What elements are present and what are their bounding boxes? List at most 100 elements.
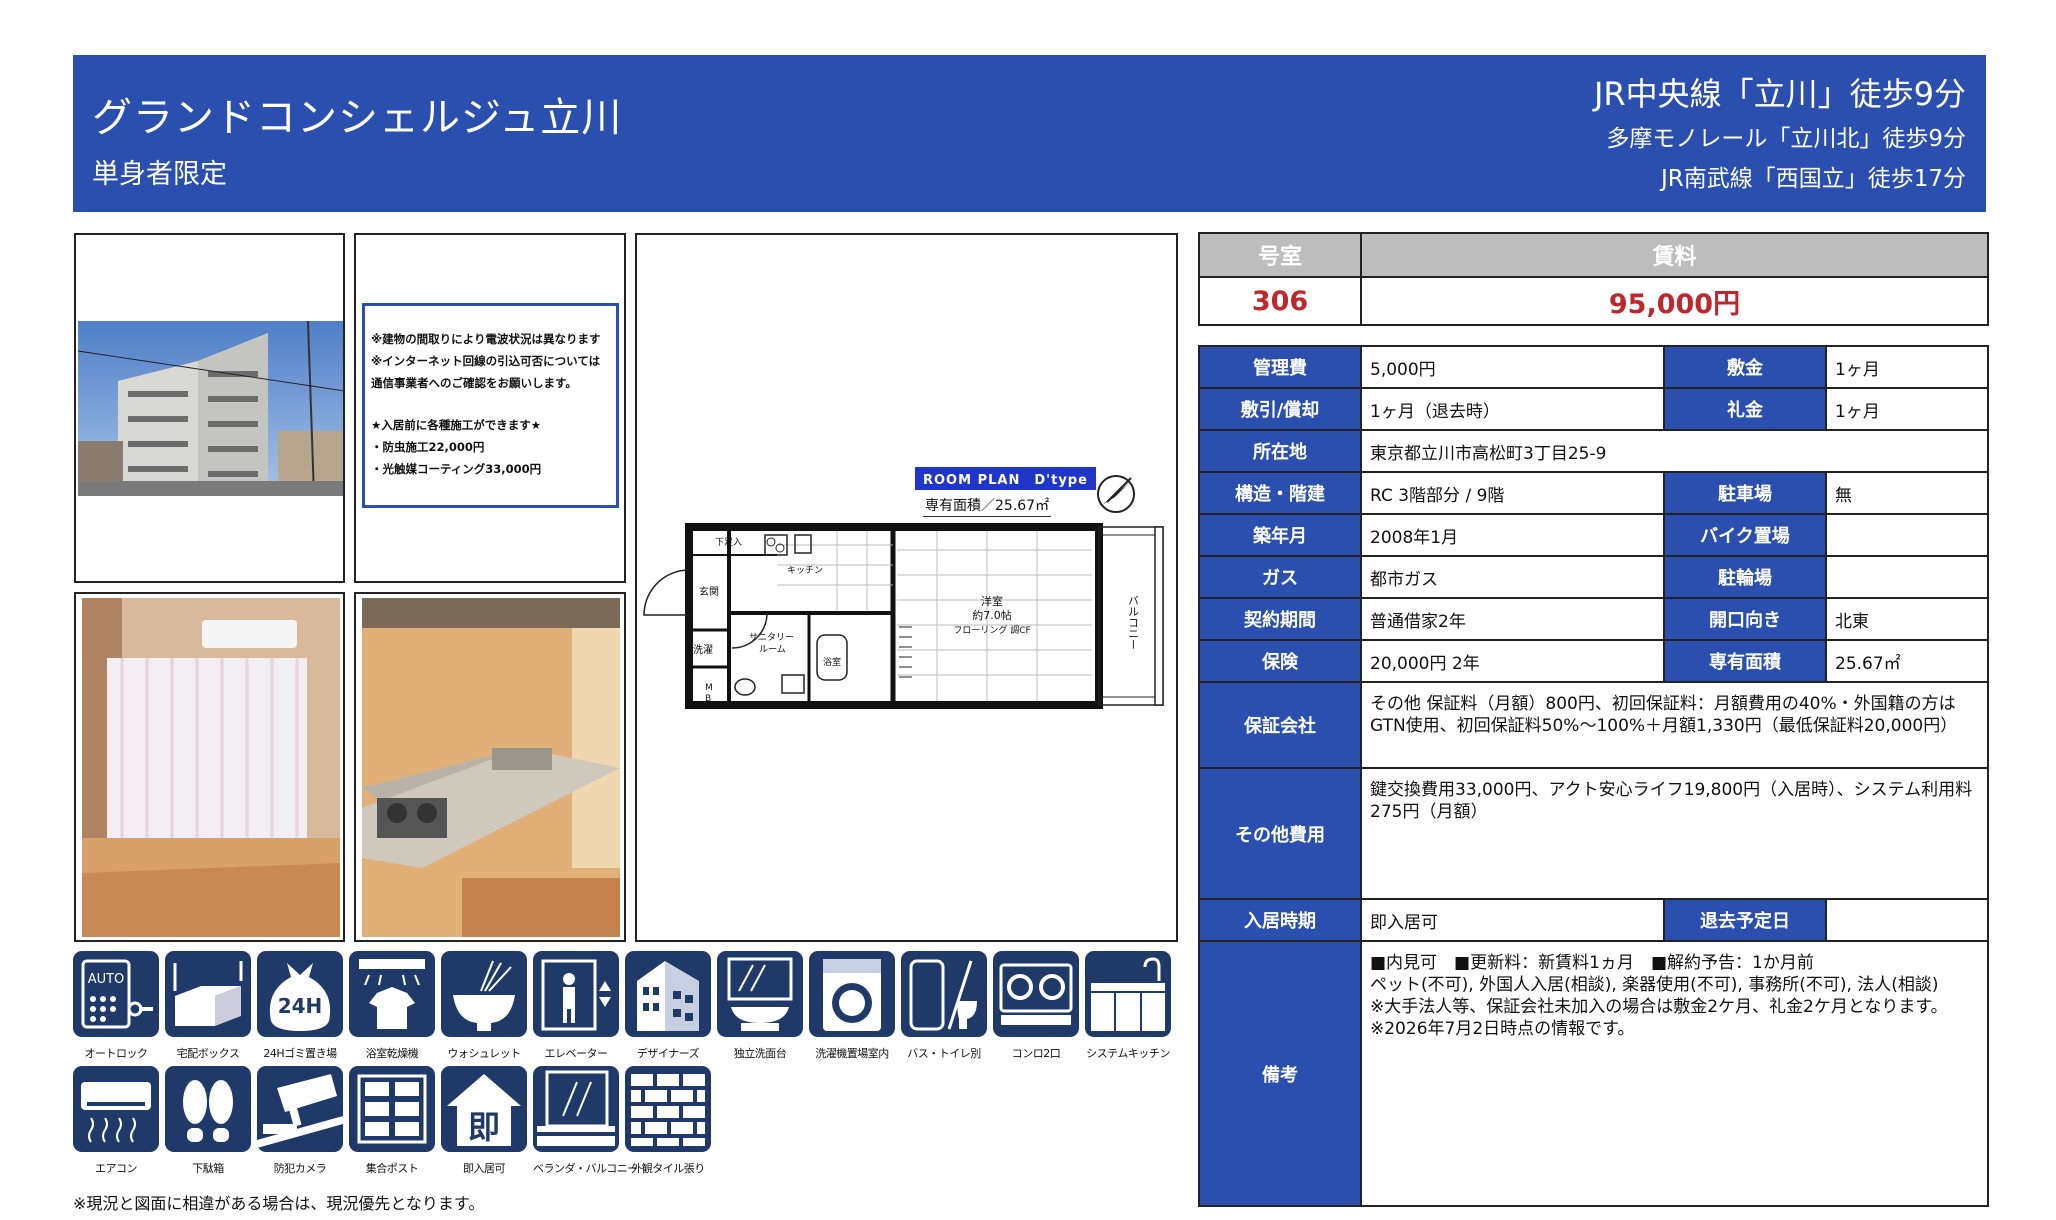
property-flyer: グランドコンシェルジュ立川 単身者限定 JR中央線「立川」徒歩9分 多摩モノレー…	[0, 0, 2056, 1220]
north-compass-icon	[1097, 475, 1135, 513]
notice-line: ※建物の間取りにより電波状況は異なります	[371, 332, 601, 346]
shikibiki-label: 敷引/償却	[1198, 387, 1362, 431]
amenity-label: 浴室乾燥機	[365, 1047, 419, 1060]
header-banner: グランドコンシェルジュ立川 単身者限定 JR中央線「立川」徒歩9分 多摩モノレー…	[73, 55, 1986, 212]
bike-parking-label: バイク置場	[1663, 513, 1827, 557]
amenity-immediate-move-in: 即 即入居可	[441, 1066, 527, 1176]
h24-text: 24H	[278, 994, 323, 1018]
amenity-label: バス・トイレ別	[907, 1047, 981, 1060]
amenity-label: 即入居可	[463, 1162, 506, 1175]
contract-value: 普通借家2年	[1360, 597, 1665, 641]
western-room-floor: フローリング 調CF	[953, 624, 1030, 636]
amenity-mailbox: 集合ポスト	[349, 1066, 435, 1176]
amenity-label: コンロ2口	[1011, 1047, 1061, 1060]
station-access-3: JR南武線「西国立」徒歩17分	[1660, 166, 1966, 192]
other-fees-value: 鍵交換費用33,000円、アクト安心ライフ19,800円（入居時）、システム利用…	[1360, 767, 1989, 900]
western-room-size: 約7.0帖	[972, 608, 1012, 622]
address-label: 所在地	[1198, 429, 1362, 473]
shoebox-label: 下足入	[715, 537, 742, 548]
mgmt-fee-label: 管理費	[1198, 345, 1362, 389]
built-value: 2008年1月	[1360, 513, 1665, 557]
notice-line	[371, 394, 611, 414]
air-conditioner-icon	[81, 1082, 151, 1143]
remarks-line: ■内見可 ■更新料：新賃料1ヵ月 ■解約予告：1か月前	[1370, 953, 1814, 973]
amenity-designers: デザイナーズ	[625, 951, 711, 1061]
living-room-photo	[82, 598, 340, 937]
move-in-label: 入居時期	[1198, 898, 1362, 942]
amenity-washlet: ウォシュレット	[441, 951, 527, 1061]
auto-text: AUTO	[88, 972, 125, 987]
amenity-label: 防犯カメラ	[273, 1162, 327, 1175]
amenity-indoor-washer: 洗濯機置場室内	[809, 951, 895, 1061]
amenity-label: オートロック	[84, 1047, 149, 1060]
vanity-icon	[727, 957, 793, 1031]
remarks-value: ■内見可 ■更新料：新賃料1ヵ月 ■解約予告：1か月前 ペット(不可), 外国人…	[1360, 940, 1989, 1207]
insurance-label: 保険	[1198, 639, 1362, 683]
balcony-icon	[537, 1070, 615, 1146]
laundry-label: 洗濯	[693, 644, 713, 656]
rent-header: 賃料	[1360, 232, 1989, 278]
sanitary-label: サニタリー	[749, 632, 794, 643]
remarks-line: ※大手法人等、保証会社未加入の場合は敷金2ケ月、礼金2ケ月となります。	[1370, 997, 1948, 1017]
floor-area-value: 25.67㎡	[1825, 639, 1989, 683]
notice-line: ・防虫施工22,000円	[371, 440, 485, 454]
western-room-label: 洋室	[981, 594, 1003, 608]
other-fees-label: その他費用	[1198, 767, 1362, 900]
mgmt-fee-value: 5,000円	[1360, 345, 1665, 389]
mailbox-icon	[357, 1074, 427, 1144]
interior-photo-box-1	[74, 592, 345, 942]
deposit-value: 1ヶ月	[1825, 345, 1989, 389]
rent-summary-table: 号室 賃料 306 95,000円	[1198, 232, 1989, 326]
sanitary-label-2: ルーム	[759, 644, 786, 655]
amenity-auto-lock: AUTO オートロック	[73, 951, 159, 1061]
rent-value: 95,000円	[1360, 276, 1989, 326]
mb-label-2: B	[705, 694, 711, 704]
system-kitchen-icon	[1091, 957, 1165, 1031]
tile-wall-icon	[631, 1074, 705, 1146]
mb-label: M	[705, 683, 713, 693]
interior-photo-box-2	[354, 592, 626, 942]
guarantor-label: 保証会社	[1198, 681, 1362, 769]
notice-line: ★入居前に各種施工ができます★	[371, 418, 542, 432]
property-details-table: 管理費 5,000円 敷金 1ヶ月 敷引/償却 1ヶ月（退去時） 礼金 1ヶ月 …	[1198, 345, 1989, 1207]
amenity-label: デザイナーズ	[636, 1047, 700, 1060]
built-label: 築年月	[1198, 513, 1362, 557]
kitchen-photo	[362, 598, 620, 937]
amenity-bathroom-dryer: 浴室乾燥機	[349, 951, 435, 1061]
amenity-two-burner: コンロ2口	[993, 951, 1079, 1061]
auto-lock-icon: AUTO	[81, 959, 153, 1029]
amenity-label: エレベーター	[544, 1047, 609, 1060]
notice-line: ※インターネット回線の引込可否については	[371, 354, 601, 368]
move-out-label: 退去予定日	[1663, 898, 1827, 942]
amenity-security-camera: 防犯カメラ	[257, 1066, 343, 1176]
amenity-separate-bath-toilet: バス・トイレ別	[901, 951, 987, 1061]
shikibiki-value: 1ヶ月（退去時）	[1360, 387, 1665, 431]
amenity-balcony: ベランダ・バルコニー	[533, 1066, 638, 1176]
property-name: グランドコンシェルジュ立川	[92, 95, 623, 141]
bike-parking-value	[1825, 513, 1989, 557]
elevator-icon	[541, 959, 611, 1031]
amenity-label: 外観タイル張り	[631, 1162, 705, 1175]
room-number-value: 306	[1198, 276, 1362, 326]
insurance-value: 20,000円 2年	[1360, 639, 1665, 683]
station-access-2: 多摩モノレール「立川北」徒歩9分	[1606, 126, 1966, 152]
exterior-photo-box	[74, 233, 345, 583]
designer-building-icon	[637, 961, 699, 1031]
amenity-label: エアコン	[95, 1162, 138, 1175]
property-subtitle: 単身者限定	[92, 159, 227, 190]
address-value: 東京都立川市高松町3丁目25-9	[1360, 429, 1989, 473]
structure-value: RC 3階部分 / 9階	[1360, 471, 1665, 515]
immediate-move-in-icon: 即	[447, 1074, 521, 1146]
key-money-label: 礼金	[1663, 387, 1827, 431]
kitchen-label: キッチン	[787, 565, 823, 576]
station-access-1: JR中央線「立川」徒歩9分	[1593, 75, 1966, 113]
guarantor-value: その他 保証料（月額）800円、初回保証料：月額費用の40%・外国籍の方はGTN…	[1360, 681, 1989, 769]
amenity-label: 24Hゴミ置き場	[263, 1047, 337, 1060]
remarks-line: ペット(不可), 外国人入居(相談), 楽器使用(不可), 事務所(不可), 法…	[1370, 975, 1939, 995]
amenity-elevator: エレベーター	[533, 951, 619, 1061]
gas-label: ガス	[1198, 555, 1362, 599]
bath-label: 浴室	[823, 656, 841, 668]
amenity-air-conditioner: エアコン	[73, 1066, 159, 1176]
floor-plan-box: ROOM PLAN D'type 専有面積／25.67㎡ 下足入 キッチン 玄関…	[635, 233, 1178, 942]
amenity-delivery-box: 宅配ボックス	[165, 951, 251, 1061]
